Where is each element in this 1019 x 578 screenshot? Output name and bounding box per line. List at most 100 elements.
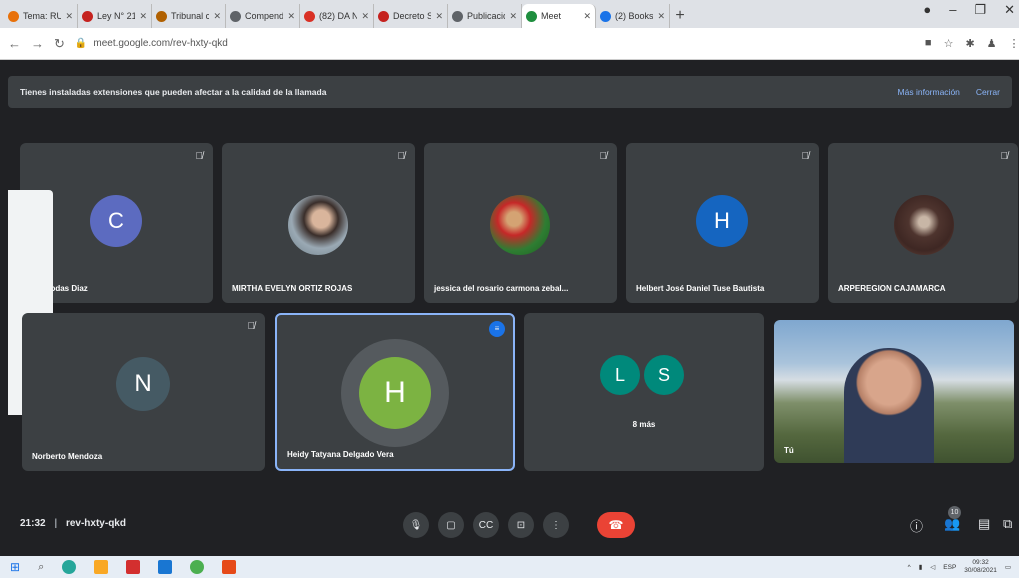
browser-tab[interactable]: Publicació ✕ (448, 4, 522, 28)
mic-off-icon: 🎙̸ (599, 151, 608, 162)
powerpoint-icon[interactable] (222, 560, 237, 574)
minimize-button[interactable]: – (949, 2, 956, 18)
pdf-app-icon[interactable] (126, 560, 141, 574)
activities-button[interactable]: ⧉ (1003, 516, 1012, 532)
participant-name: Heidy Tatyana Delgado Vera (287, 450, 394, 459)
participant-name: ARPEREGION CAJAMARCA (838, 284, 946, 293)
close-tab-icon[interactable]: ✕ (65, 11, 73, 22)
self-video-tile[interactable]: Tú (774, 320, 1014, 463)
clock-time: 09:32 (972, 559, 989, 566)
file-explorer-icon[interactable] (94, 560, 109, 574)
close-banner-link[interactable]: Cerrar (976, 87, 1000, 97)
system-tray: ^ ▮ ◁ ESP 09:32 30/08/2021 ▭ (908, 559, 1011, 575)
url-text: meet.google.com/rev-hxty-qkd (93, 38, 228, 49)
new-tab-button[interactable]: + (670, 4, 690, 28)
self-label: Tú (784, 446, 794, 455)
start-button[interactable]: ⊞ (10, 560, 20, 574)
search-icon[interactable]: ⌕ (38, 561, 44, 574)
volume-icon[interactable]: ◁ (930, 563, 935, 571)
tab-label: (82) DA N (319, 11, 358, 21)
close-tab-icon[interactable]: ✕ (509, 11, 517, 22)
back-button[interactable]: ← (8, 36, 21, 51)
maximize-button[interactable]: ❐ (974, 2, 986, 18)
participant-tile[interactable]: 🎙̸ ARPEREGION CAJAMARCA (828, 143, 1018, 303)
outlook-icon[interactable] (158, 560, 173, 574)
forward-button[interactable]: → (31, 36, 44, 51)
clock-date: 30/08/2021 (964, 567, 997, 574)
network-icon[interactable]: ▮ (919, 563, 923, 571)
tab-favicon-icon (230, 10, 241, 22)
close-tab-icon[interactable]: ✕ (435, 11, 443, 22)
browser-tab[interactable]: Compendi ✕ (226, 4, 300, 28)
address-bar: ← → ↻ 🔒 meet.google.com/rev-hxty-qkd ■ ☆… (0, 28, 1019, 60)
browser-tab[interactable]: Meet ✕ (522, 4, 596, 28)
profile-icon[interactable]: ● (923, 2, 931, 18)
menu-icon[interactable]: ⋮ (1009, 37, 1019, 50)
notification-icon[interactable]: ▭ (1005, 563, 1011, 571)
close-tab-icon[interactable]: ✕ (139, 11, 147, 22)
tab-label: Meet (541, 11, 562, 21)
close-tab-icon[interactable]: ✕ (361, 11, 369, 22)
avatar: L (600, 355, 640, 395)
browser-tab[interactable]: (2) Books ✕ (596, 4, 670, 28)
cortana-icon[interactable] (62, 560, 77, 574)
participant-tile[interactable]: 🎙̸ H Helbert José Daniel Tuse Bautista (626, 143, 819, 303)
chat-button[interactable]: ▤ (978, 516, 990, 532)
participant-tile[interactable]: 🎙̸ N Norberto Mendoza (22, 313, 265, 471)
browser-tab-bar: Tema: RUI✕Ley N° 211✕Tribunal co✕Compend… (0, 0, 1019, 28)
close-tab-icon[interactable]: ✕ (213, 11, 221, 22)
meeting-code: rev-hxty-qkd (65, 518, 126, 529)
mic-button[interactable]: 🎙 (403, 512, 429, 538)
close-tab-icon[interactable]: ✕ (287, 11, 295, 22)
present-button[interactable]: ⊡ (508, 512, 534, 538)
participant-tile-speaking[interactable]: ≡ H Heidy Tatyana Delgado Vera (275, 313, 515, 471)
captions-button[interactable]: CC (473, 512, 499, 538)
end-call-button[interactable]: ☎ (597, 512, 635, 538)
tab-label: Publicació (467, 11, 506, 21)
browser-tab[interactable]: Ley N° 211 ✕ (78, 4, 152, 28)
tab-favicon-icon (8, 10, 19, 22)
more-options-button[interactable]: ⋮ (543, 512, 569, 538)
info-button[interactable]: ⓘ (910, 516, 923, 535)
chrome-icon[interactable] (190, 560, 205, 574)
avatar: H (696, 195, 748, 247)
close-tab-icon[interactable]: ✕ (657, 11, 665, 22)
participant-tile[interactable]: 🎙̸ MIRTHA EVELYN ORTIZ ROJAS (222, 143, 415, 303)
more-info-link[interactable]: Más información (898, 87, 960, 97)
tab-label: (2) Books (615, 11, 654, 21)
more-participants-tile[interactable]: L S 8 más (524, 313, 764, 471)
extension-warning-banner: Tienes instaladas extensiones que pueden… (8, 76, 1012, 108)
avatar: H (359, 357, 431, 429)
tab-label: Decreto S (393, 11, 432, 21)
language-indicator[interactable]: ESP (943, 564, 956, 571)
browser-tab[interactable]: (82) DA N ✕ (300, 4, 374, 28)
browser-tab[interactable]: Tema: RUI ✕ (4, 4, 78, 28)
mic-off-icon: 🎙̸ (801, 151, 810, 162)
tab-favicon-icon (156, 10, 167, 22)
extension-icon[interactable]: ♟ (987, 37, 997, 50)
participant-name: Norberto Mendoza (32, 452, 103, 461)
browser-tab[interactable]: Decreto S ✕ (374, 4, 448, 28)
close-window-button[interactable]: ✕ (1004, 2, 1015, 18)
participant-tile[interactable]: 🎙̸ jessica del rosario carmona zebal... (424, 143, 617, 303)
tab-favicon-icon (526, 10, 537, 22)
camera-button[interactable]: ▢ (438, 512, 464, 538)
camera-icon[interactable]: ■ (925, 37, 932, 50)
browser-tab[interactable]: Tribunal co ✕ (152, 4, 226, 28)
avatar (490, 195, 550, 255)
star-icon[interactable]: ☆ (944, 37, 954, 50)
tab-label: Ley N° 211 (97, 11, 135, 21)
tab-favicon-icon (82, 10, 93, 22)
avatar (288, 195, 348, 255)
self-video (844, 348, 934, 463)
clock[interactable]: 09:32 30/08/2021 (964, 559, 997, 575)
puzzle-icon[interactable]: ✱ (965, 37, 974, 50)
tab-favicon-icon (304, 10, 315, 22)
reload-button[interactable]: ↻ (54, 36, 65, 52)
people-button[interactable]: 👥 10 (944, 506, 961, 532)
people-count-badge: 10 (948, 506, 961, 519)
url-field[interactable]: 🔒 meet.google.com/rev-hxty-qkd (75, 33, 915, 55)
close-tab-icon[interactable]: ✕ (583, 11, 591, 22)
chevron-up-icon[interactable]: ^ (908, 564, 911, 571)
mic-off-icon: 🎙̸ (247, 321, 256, 332)
